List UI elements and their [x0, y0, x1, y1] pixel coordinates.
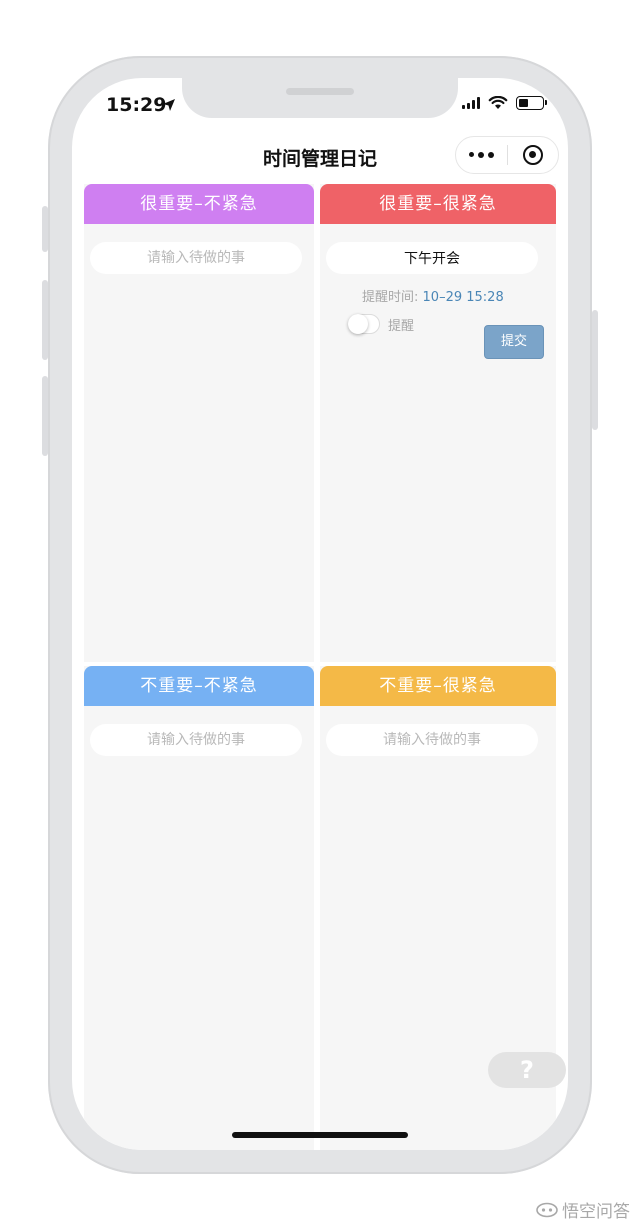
task-input[interactable]: [90, 724, 302, 756]
status-icons: [462, 96, 547, 110]
task-input[interactable]: [326, 724, 538, 756]
quadrant-important-urgent: 很重要–很紧急 提醒时间: 10–29 15:28 提醒 提交: [320, 184, 556, 662]
wifi-icon: [488, 96, 508, 109]
submit-button[interactable]: 提交: [484, 325, 544, 359]
status-time: 15:29: [106, 94, 167, 116]
mini-program-capsule: [455, 136, 559, 174]
speaker-grille: [286, 88, 354, 95]
quadrant-header: 不重要–很紧急: [320, 666, 556, 706]
target-icon: [522, 145, 543, 165]
home-indicator[interactable]: [232, 1132, 408, 1138]
task-input[interactable]: [90, 242, 302, 274]
quadrant-not-important-not-urgent: 不重要–不紧急: [84, 666, 314, 1150]
remind-time-value[interactable]: 10–29 15:28: [423, 290, 504, 305]
quadrant-header: 不重要–不紧急: [84, 666, 314, 706]
watermark-text: 悟空问答: [562, 1202, 630, 1222]
more-dots-icon[interactable]: [456, 152, 507, 158]
quadrant-header: 很重要–不紧急: [84, 184, 314, 224]
watermark: 悟空问答: [536, 1197, 630, 1222]
location-arrow-icon: [163, 99, 175, 111]
battery-icon: [516, 96, 547, 110]
remind-toggle[interactable]: [348, 314, 380, 334]
remind-toggle-label: 提醒: [388, 319, 415, 334]
power-button: [592, 310, 598, 430]
remind-time-row: 提醒时间: 10–29 15:28: [362, 286, 504, 305]
toggle-knob: [348, 314, 368, 334]
help-icon[interactable]: ?: [488, 1052, 566, 1088]
remind-time-label: 提醒时间:: [362, 290, 419, 305]
task-input[interactable]: [326, 242, 538, 274]
notch: [182, 78, 458, 118]
close-target-button[interactable]: [507, 145, 558, 165]
wukong-logo-icon: [536, 1202, 558, 1217]
phone-screen: 15:29 时间管理日记 很重要–不紧急 很重要–很紧急 提醒时间: 10–2: [72, 78, 568, 1150]
quadrant-important-not-urgent: 很重要–不紧急: [84, 184, 314, 662]
quadrant-header: 很重要–很紧急: [320, 184, 556, 224]
signal-icon: [462, 97, 480, 109]
